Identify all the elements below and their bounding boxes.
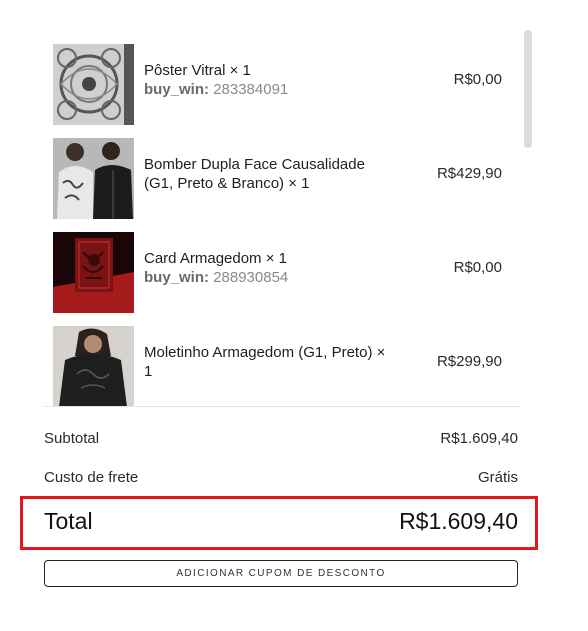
cart-item-meta-key: buy_win: [144, 80, 210, 98]
shipping-value: Grátis [477, 469, 518, 486]
cart-item-meta-value: 283384091 [213, 80, 289, 98]
cart-item: Bomber Dupla Face Causalidade (G1, Preto… [44, 132, 520, 219]
subtotal-value: R$1.609,40 [440, 430, 518, 447]
cart-item-name: Card Armagedom × 1 [144, 249, 287, 267]
cart-scrollbar[interactable] [524, 30, 532, 148]
cart-item-name: Pôster Vitral × 1 [144, 61, 251, 79]
cart-item-price: R$299,90 [436, 353, 502, 370]
cart-item-price: R$0,00 [453, 259, 502, 276]
cart-item-meta: buy_win: 288930854 [144, 268, 394, 287]
cart-item-info: Card Armagedom × 1 buy_win: 288930854 [144, 226, 394, 309]
shipping-label: Custo de frete [44, 469, 139, 486]
total-row: Total R$1.609,40 [44, 508, 518, 535]
card-armagedom-thumbnail [53, 232, 134, 313]
subtotal-row: Subtotal R$1.609,40 [44, 430, 518, 447]
shipping-row: Custo de frete Grátis [44, 469, 518, 486]
cart-item-meta: buy_win: 283384091 [144, 80, 394, 99]
add-discount-coupon-button[interactable]: ADICIONAR CUPOM DE DESCONTO [44, 560, 518, 587]
cart-item-price: R$0,00 [453, 71, 502, 88]
cart-item: Pôster Vitral × 1 buy_win: 283384091 R$0… [44, 38, 520, 125]
bomber-jacket-thumbnail [53, 138, 134, 219]
cart-item-info: Pôster Vitral × 1 buy_win: 283384091 [144, 38, 394, 121]
cart-item-price: R$429,90 [436, 165, 502, 182]
cart-item: Moletinho Armagedom (G1, Preto) × 1 R$29… [44, 320, 520, 406]
cart-item-meta-value: 288930854 [213, 268, 289, 286]
cart-item-info: Moletinho Armagedom (G1, Preto) × 1 [144, 320, 394, 403]
poster-vitral-thumbnail [53, 44, 134, 125]
cart-items-list[interactable]: Pôster Vitral × 1 buy_win: 283384091 R$0… [44, 38, 520, 407]
cart-item-name: Bomber Dupla Face Causalidade (G1, Preto… [144, 155, 365, 192]
cart-item-info: Bomber Dupla Face Causalidade (G1, Preto… [144, 132, 394, 215]
cart-item: Card Armagedom × 1 buy_win: 288930854 R$… [44, 226, 520, 313]
cart-item-name: Moletinho Armagedom (G1, Preto) × 1 [144, 343, 386, 380]
subtotal-label: Subtotal [44, 430, 100, 447]
cart-item-meta-key: buy_win: [144, 268, 210, 286]
total-value: R$1.609,40 [399, 508, 518, 534]
total-label: Total [44, 508, 93, 534]
moletinho-thumbnail [53, 326, 134, 406]
